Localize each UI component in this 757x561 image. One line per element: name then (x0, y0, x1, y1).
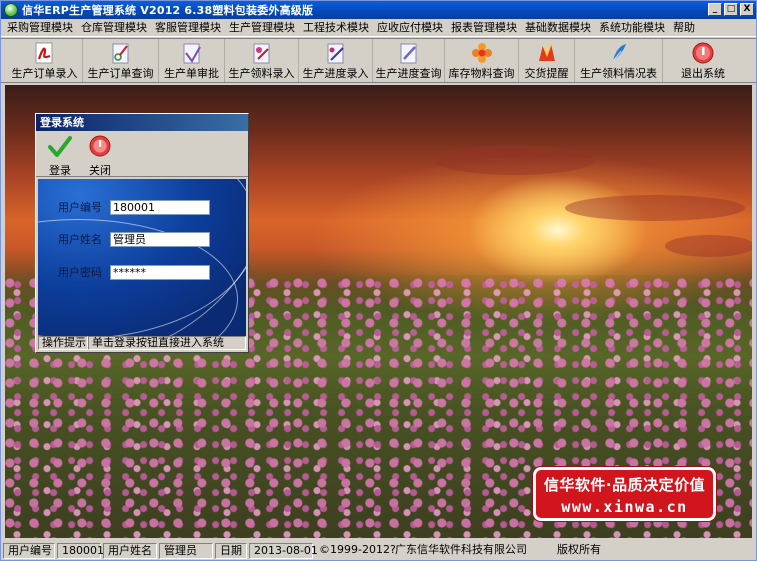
login-status-bar: 操作提示 单击登录按钮直接进入系统 (38, 336, 246, 350)
status-user-name-label: 用户姓名 (103, 542, 157, 559)
menu-bar: 采购管理模块 仓库管理模块 客服管理模块 生产管理模块 工程技术模块 应收应付模… (1, 19, 756, 37)
status-company: 广东信华软件科技有限公司 (395, 542, 527, 556)
menu-help[interactable]: 帮助 (669, 20, 699, 36)
password-input[interactable] (110, 264, 210, 280)
query-doc-icon (396, 41, 422, 65)
toolbar-production-order-query[interactable]: 生产订单查询 (83, 39, 159, 82)
material-doc-icon (249, 41, 275, 65)
toolbar-production-approval[interactable]: 生产单审批 (159, 39, 225, 82)
approve-doc-icon (179, 41, 205, 65)
wallpaper-cloud (565, 195, 745, 221)
toolbar-inventory-query[interactable]: 库存物料查询 (445, 39, 519, 82)
toolbar-progress-entry[interactable]: 生产进度录入 (299, 39, 373, 82)
scissors-doc-icon (108, 41, 134, 65)
reminder-icon (534, 41, 560, 65)
menu-reports[interactable]: 报表管理模块 (447, 20, 521, 36)
toolbar-label: 生产领料录入 (228, 67, 295, 80)
password-row: 用户密码 (58, 264, 210, 280)
toolbar-label: 交货提醒 (524, 67, 569, 80)
status-date-value: 2013-08-01 (249, 542, 318, 559)
toolbar-label: 生产进度查询 (375, 67, 442, 80)
window-controls: _ □ X (708, 3, 754, 16)
toolbar-label: 生产领料情况表 (580, 67, 657, 80)
erp-main-window: 信华ERP生产管理系统 V2012 6.38塑料包装委外高级版 _ □ X 采购… (0, 0, 757, 561)
status-rights: 版权所有 (557, 542, 601, 556)
status-user-name-value: 管理员 (159, 542, 213, 559)
menu-system-functions[interactable]: 系统功能模块 (595, 20, 669, 36)
toolbar-production-order-entry[interactable]: 生产订单录入 (7, 39, 83, 82)
flower-icon (469, 41, 495, 65)
toolbar-label: 生产单审批 (164, 67, 219, 80)
user-name-row: 用户姓名 (58, 231, 210, 247)
login-button-label: 登录 (49, 164, 71, 177)
feather-icon (606, 41, 632, 65)
toolbar-progress-query[interactable]: 生产进度查询 (373, 39, 445, 82)
close-dialog-button[interactable]: 关闭 (82, 131, 118, 177)
maximize-button[interactable]: □ (724, 3, 738, 16)
login-dialog-title: 登录系统 (36, 114, 248, 131)
menu-purchase[interactable]: 采购管理模块 (3, 20, 77, 36)
main-toolbar: 生产订单录入 生产订单查询 生产单审批 生产领料录入 生产进度录入 生产进度查询… (1, 38, 756, 83)
password-label: 用户密码 (58, 266, 102, 279)
toolbar-requisition-report[interactable]: 生产领料情况表 (575, 39, 663, 82)
status-date-label: 日期 (215, 542, 247, 559)
wallpaper-cloud (435, 145, 595, 175)
status-user-id-label: 用户编号 (3, 542, 55, 559)
exit-icon (690, 41, 716, 65)
menu-warehouse[interactable]: 仓库管理模块 (77, 20, 151, 36)
login-form: 用户编号 用户姓名 用户密码 (38, 179, 246, 337)
progress-doc-icon (323, 41, 349, 65)
menu-production[interactable]: 生产管理模块 (225, 20, 299, 36)
title-bar: 信华ERP生产管理系统 V2012 6.38塑料包装委外高级版 _ □ X (1, 1, 756, 19)
status-bar: 用户编号 180001 用户姓名 管理员 日期 2013-08-01 ©1999… (1, 541, 756, 560)
menu-engineering[interactable]: 工程技术模块 (299, 20, 373, 36)
toolbar-delivery-reminder[interactable]: 交货提醒 (519, 39, 575, 82)
power-icon (88, 135, 112, 160)
checkmark-icon (48, 135, 72, 160)
toolbar-material-requisition-entry[interactable]: 生产领料录入 (225, 39, 299, 82)
window-title: 信华ERP生产管理系统 V2012 6.38塑料包装委外高级版 (22, 4, 314, 17)
menu-customer-service[interactable]: 客服管理模块 (151, 20, 225, 36)
login-dialog-toolbar: 登录 关闭 (36, 131, 248, 177)
app-icon (4, 3, 18, 17)
toolbar-label: 库存物料查询 (448, 67, 515, 80)
hint-text: 单击登录按钮直接进入系统 (88, 336, 246, 350)
login-button[interactable]: 登录 (42, 131, 78, 177)
menu-base-data[interactable]: 基础数据模块 (521, 20, 595, 36)
toolbar-label: 退出系统 (681, 67, 725, 80)
close-button[interactable]: X (740, 3, 754, 16)
hint-label: 操作提示 (38, 336, 88, 350)
user-id-row: 用户编号 (58, 199, 210, 215)
brand-website: www.xinwa.cn (561, 498, 688, 516)
status-copyright: ©1999-2012? (319, 542, 396, 556)
user-name-input[interactable] (110, 231, 210, 247)
wallpaper-cloud (665, 235, 752, 257)
user-name-label: 用户姓名 (58, 233, 102, 246)
toolbar-exit-system[interactable]: 退出系统 (663, 39, 743, 82)
close-dialog-label: 关闭 (89, 164, 111, 177)
status-user-id-value: 180001 (57, 542, 104, 559)
user-id-label: 用户编号 (58, 201, 102, 214)
brand-badge: 信华软件·品质决定价值 www.xinwa.cn (533, 467, 716, 521)
minimize-button[interactable]: _ (708, 3, 722, 16)
brand-slogan: 信华软件·品质决定价值 (543, 476, 706, 494)
login-dialog: 登录系统 登录 关闭 用户编号 180001 用户姓名 管理员 用户密码 ***… (35, 113, 249, 353)
user-id-input[interactable] (110, 199, 210, 215)
menu-receivables-payables[interactable]: 应收应付模块 (373, 20, 447, 36)
pdf-icon (32, 41, 58, 65)
toolbar-label: 生产订单查询 (87, 67, 154, 80)
toolbar-label: 生产订单录入 (11, 67, 78, 80)
toolbar-label: 生产进度录入 (302, 67, 369, 80)
